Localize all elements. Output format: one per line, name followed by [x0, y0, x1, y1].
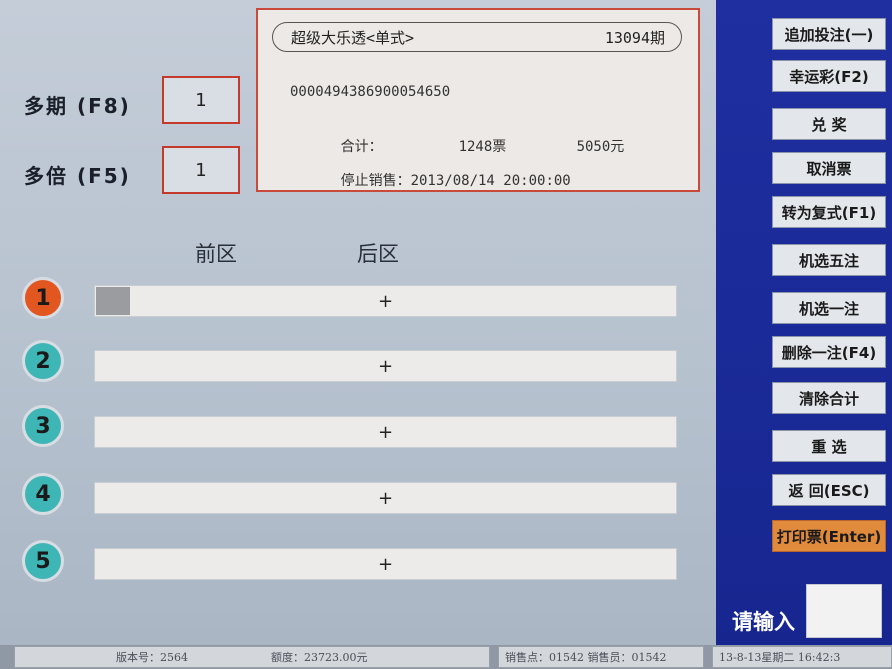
row-number-5[interactable]: 5: [19, 537, 67, 585]
print-ticket-button[interactable]: 打印票(Enter): [772, 520, 886, 552]
row-number-badge: 1: [22, 277, 64, 319]
seller-info: 销售点：01542 销售员：01542: [498, 646, 704, 668]
bet-row-1[interactable]: +: [94, 285, 677, 317]
input-prompt: 请输入: [732, 610, 795, 634]
back-button[interactable]: 返 回(ESC): [772, 474, 886, 506]
main-panel: 多期 (F8) 1 多倍 (F5) 1 超级大乐透<单式> 13094期 000…: [0, 0, 716, 645]
clear-total-button[interactable]: 清除合计: [772, 382, 886, 414]
stop-label: 停止销售：: [340, 173, 411, 189]
bet-row-5[interactable]: +: [94, 548, 677, 580]
quick-pick-one-button[interactable]: 机选一注: [772, 292, 886, 324]
row-number-4[interactable]: 4: [19, 470, 67, 518]
lucky-lottery-button[interactable]: 幸运彩(F2): [772, 60, 886, 92]
multi-times-input[interactable]: 1: [162, 146, 240, 194]
bet-row-2[interactable]: +: [94, 350, 677, 382]
delete-bet-button[interactable]: 删除一注(F4): [772, 336, 886, 368]
ticket-serial: 0000494386900054650: [290, 84, 451, 100]
version-text: 版本号：2564: [116, 651, 188, 664]
row-number-1[interactable]: 1: [19, 274, 67, 322]
total-label: 合计：: [340, 139, 383, 155]
status-bar: 版本号：2564 额度：23723.00元 销售点：01542 销售员：0154…: [0, 645, 892, 669]
to-multiple-button[interactable]: 转为复式(F1): [772, 196, 886, 228]
status-info: 版本号：2564 额度：23723.00元: [14, 646, 490, 668]
game-name: 超级大乐透<单式>: [291, 28, 415, 47]
ticket-preview: 超级大乐透<单式> 13094期 0000494386900054650 合计：…: [256, 8, 700, 192]
command-input[interactable]: [806, 584, 882, 638]
back-zone-label: 后区: [357, 242, 399, 266]
row-number-badge: 2: [22, 340, 64, 382]
row-number-badge: 4: [22, 473, 64, 515]
multi-times-label: 多倍 (F5): [24, 164, 131, 188]
quota-text: 额度：23723.00元: [271, 651, 368, 664]
multi-period-input[interactable]: 1: [162, 76, 240, 124]
ticket-count: 1248票: [458, 139, 507, 155]
row-number-3[interactable]: 3: [19, 402, 67, 450]
ticket-amount: 5050元: [576, 139, 625, 155]
row-separator: +: [377, 553, 394, 575]
front-zone-label: 前区: [195, 242, 237, 266]
reselect-button[interactable]: 重 选: [772, 430, 886, 462]
datetime-info: 13-8-13星期二 16:42:3: [712, 646, 892, 668]
row-separator: +: [377, 421, 394, 443]
add-bet-button[interactable]: 追加投注(一): [772, 18, 886, 50]
row-number-2[interactable]: 2: [19, 337, 67, 385]
multi-period-label: 多期 (F8): [24, 94, 131, 118]
row-separator: +: [377, 355, 394, 377]
redeem-button[interactable]: 兑 奖: [772, 108, 886, 140]
row-separator: +: [377, 487, 394, 509]
ticket-header: 超级大乐透<单式> 13094期: [272, 22, 682, 52]
input-cursor: [96, 287, 130, 315]
period-number: 13094期: [604, 28, 665, 47]
bet-row-4[interactable]: +: [94, 482, 677, 514]
row-number-badge: 3: [22, 405, 64, 447]
row-number-badge: 5: [22, 540, 64, 582]
ticket-stop-time: 停止销售：2013/08/14 20:00:00: [290, 154, 571, 206]
quick-pick-five-button[interactable]: 机选五注: [772, 244, 886, 276]
bet-row-3[interactable]: +: [94, 416, 677, 448]
cancel-ticket-button[interactable]: 取消票: [772, 152, 886, 184]
row-separator: +: [377, 290, 394, 312]
stop-time: 2013/08/14 20:00:00: [410, 173, 571, 189]
